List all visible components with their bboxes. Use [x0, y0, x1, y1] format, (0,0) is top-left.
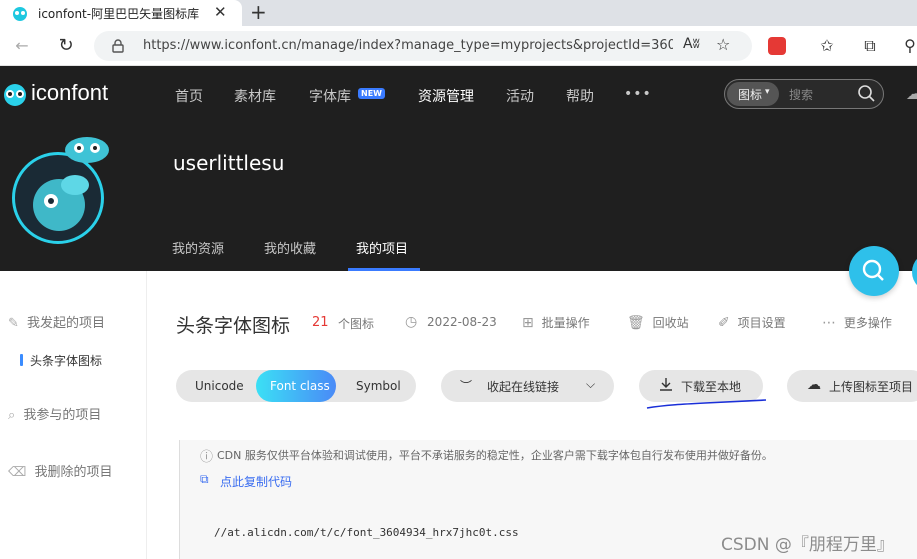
copy-code-link[interactable]: 点此复制代码 — [220, 473, 292, 490]
browser-toolbar: ← ↻ https://www.iconfont.cn/manage/index… — [0, 26, 917, 66]
download-label: 下载至本地 — [681, 380, 742, 394]
eye-closed-icon: ︶ — [460, 379, 473, 393]
date-text: 2022-08-23 — [427, 315, 497, 329]
sidebar-divider — [146, 271, 147, 559]
more-label: 更多操作 — [843, 316, 892, 330]
info-icon: ⓘ — [200, 450, 214, 465]
username: userlittlesu — [173, 151, 285, 175]
close-tab-icon[interactable]: ✕ — [214, 3, 227, 21]
batch-operation-button[interactable]: ⊞ 批量操作 — [522, 314, 590, 331]
url-text: https://www.iconfont.cn/manage/index?man… — [143, 38, 673, 53]
upload-to-project-button[interactable]: ☁ 上传图标至项目 — [787, 370, 917, 402]
batch-label: 批量操作 — [541, 316, 590, 330]
tab-my-projects[interactable]: 我的项目 — [356, 238, 408, 257]
nav-home[interactable]: 首页 — [175, 86, 203, 106]
nav-help[interactable]: 帮助 — [566, 86, 594, 106]
css-url-code: //at.alicdn.com/t/c/font_3604934_hrx7jhc… — [214, 526, 519, 539]
sidebar-item-label: 我删除的项目 — [34, 465, 113, 480]
clock-icon: ◷ — [405, 314, 418, 330]
browser-tab-strip: iconfont-阿里巴巴矢量图标库 ✕ + — [0, 0, 917, 26]
magnifier-icon — [862, 259, 884, 281]
active-indicator — [20, 354, 23, 366]
search-doc-icon: ⌕ — [8, 408, 16, 423]
browser-tab[interactable]: iconfont-阿里巴巴矢量图标库 ✕ — [0, 0, 242, 26]
mode-switch: Unicode Font class Symbol — [176, 370, 416, 402]
nav-fonts[interactable]: 字体库 — [309, 86, 351, 106]
collapse-link-button[interactable]: ︶ 收起在线链接 ⌵ — [441, 370, 614, 402]
address-bar[interactable]: https://www.iconfont.cn/manage/index?man… — [94, 31, 752, 61]
more-circle-icon: ⋯ — [822, 315, 836, 331]
edit-doc-icon: ✎ — [8, 316, 19, 331]
iconfont-logo[interactable]: iconfont — [0, 80, 120, 108]
scope-chevron-icon: ▾ — [765, 87, 770, 97]
upload-cloud-icon: ☁ — [807, 377, 821, 393]
tab-title: iconfont-阿里巴巴矢量图标库 — [38, 7, 200, 21]
pencil-icon: ✐ — [718, 315, 730, 331]
profile-icon[interactable]: ⚲ — [903, 36, 917, 56]
extension-icon[interactable] — [768, 37, 786, 55]
mode-unicode[interactable]: Unicode — [195, 379, 244, 393]
sidebar-item-participated[interactable]: ⌕ 我参与的项目 — [8, 404, 101, 423]
more-actions-button[interactable]: ⋯ 更多操作 — [822, 314, 892, 331]
csdn-watermark: CSDN @『朋程万里』 — [721, 535, 894, 555]
iconfont-favicon-icon — [12, 5, 28, 21]
search-box: 图标 ▾ 搜索 — [724, 79, 884, 109]
sidebar-item-initiated[interactable]: ✎ 我发起的项目 — [8, 312, 105, 331]
sidebar-item-deleted[interactable]: ⌫ 我删除的项目 — [8, 461, 113, 480]
add-favorite-icon[interactable]: ☆ — [716, 35, 730, 54]
search-scope-select[interactable]: 图标 ▾ — [727, 82, 779, 106]
settings-label: 项目设置 — [737, 316, 786, 330]
sidebar-item-project[interactable]: 头条字体图标 — [30, 352, 102, 369]
recycle-label: 回收站 — [652, 316, 689, 330]
trash-doc-icon: ⌫ — [8, 465, 27, 480]
mode-font-class-label: Font class — [270, 379, 330, 393]
active-tab-underline — [348, 268, 420, 271]
grid-icon: ⊞ — [522, 315, 534, 331]
trash-icon: 🗑 — [627, 315, 645, 331]
collapse-label: 收起在线链接 — [487, 380, 560, 394]
tab-my-resources[interactable]: 我的资源 — [172, 238, 224, 257]
sidebar-item-label: 我参与的项目 — [23, 408, 102, 423]
cloud-icon[interactable]: ☁ — [906, 84, 917, 103]
chevron-down-icon: ⌵ — [586, 377, 596, 391]
new-tab-button[interactable]: + — [250, 0, 267, 24]
favorites-icon[interactable]: ✩ — [817, 36, 837, 56]
search-icon[interactable] — [857, 84, 875, 102]
cdn-notice: CDN 服务仅供平台体验和调试使用，平台不承诺服务的稳定性，企业客户需下载字体包… — [217, 449, 773, 462]
back-arrow-icon[interactable]: ← — [12, 36, 32, 56]
mode-font-class[interactable]: Font class — [256, 370, 336, 402]
avatar-mascot-icon — [62, 130, 112, 166]
project-date: ◷ 2022-08-23 — [405, 314, 497, 330]
new-badge: NEW — [358, 88, 385, 99]
search-scope-label: 图标 — [738, 88, 763, 102]
search-input[interactable]: 搜索 — [789, 86, 813, 103]
lock-icon — [112, 38, 124, 53]
icon-count-label: 个图标 — [338, 317, 375, 331]
read-aloud-icon[interactable]: Aʬ — [683, 36, 700, 52]
download-icon — [658, 376, 674, 392]
nav-materials[interactable]: 素材库 — [234, 86, 276, 106]
floating-search-button[interactable] — [849, 246, 899, 296]
sidebar-item-label: 我发起的项目 — [27, 316, 106, 331]
project-title: 头条字体图标 — [176, 315, 291, 337]
project-settings-button[interactable]: ✐ 项目设置 — [718, 314, 786, 331]
collections-icon[interactable]: ⧉ — [860, 36, 880, 56]
upload-label: 上传图标至项目 — [829, 380, 914, 394]
recycle-bin-button[interactable]: 🗑 回收站 — [627, 314, 689, 331]
logo-text: iconfont — [31, 80, 109, 105]
nav-resource-management[interactable]: 资源管理 — [418, 86, 474, 106]
copy-icon: ⧉ — [200, 472, 209, 486]
more-nav-icon[interactable]: ••• — [624, 86, 652, 102]
handwritten-underline — [646, 399, 767, 409]
nav-activities[interactable]: 活动 — [506, 86, 534, 106]
mode-symbol[interactable]: Symbol — [356, 379, 401, 393]
refresh-icon[interactable]: ↻ — [56, 36, 76, 56]
icon-count: 21 — [312, 315, 329, 330]
tab-my-favorites[interactable]: 我的收藏 — [264, 238, 316, 257]
